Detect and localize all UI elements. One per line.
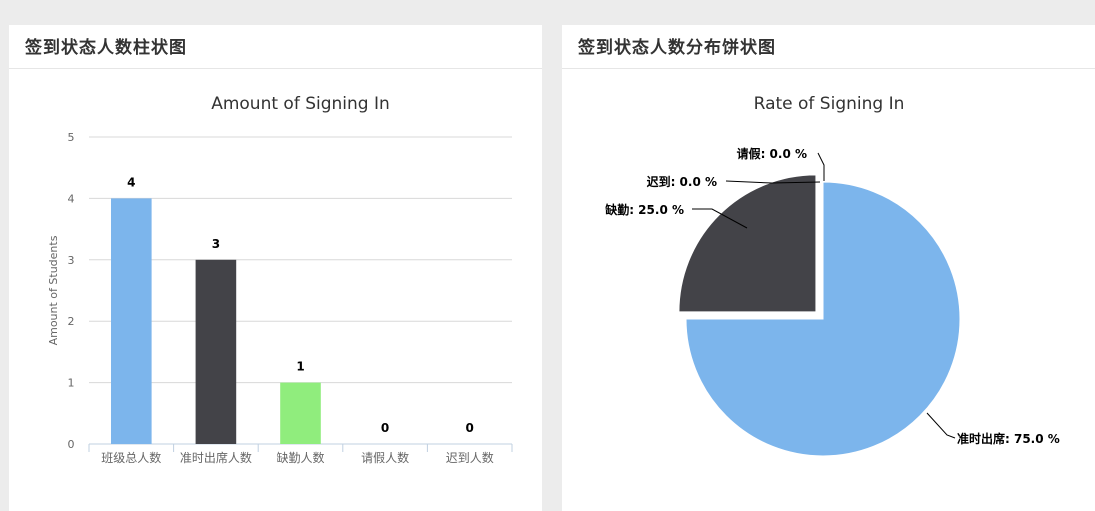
data-label: 3 [212,237,220,251]
data-label: 1 [296,360,304,374]
pie-chart-panel: 签到状态人数分布饼状图 Rate of Signing In 准时出席: 75.0… [562,25,1095,511]
y-tick-label: 5 [68,131,75,144]
y-tick-label: 2 [68,315,75,328]
pie-data-label: 准时出席: 75.0 % [957,431,1060,446]
category-label: 迟到人数 [446,450,494,465]
pie-data-label: 迟到: 0.0 % [647,174,717,189]
bar [195,259,237,444]
y-axis-label: Amount of Students [47,235,60,345]
data-label: 0 [381,421,389,435]
connector-line [926,412,956,439]
pie-slice [678,174,817,313]
category-label: 请假人数 [361,450,409,465]
connector-line [817,152,825,181]
pie-data-label: 请假: 0.0 % [737,146,807,161]
chart-title: Amount of Signing In [211,94,390,114]
y-tick-label: 4 [68,192,75,205]
category-label: 缺勤人数 [276,450,324,465]
bar-chart: Amount of Signing In 0 1 2 3 4 5 Amount of Stud… [47,94,513,465]
data-label: 0 [466,421,474,435]
bar [280,382,321,444]
y-tick-label: 3 [68,254,75,267]
bar-chart-panel: 签到状态人数柱状图 Amount of Signing In 0 1 2 3 4 5 Amou… [9,25,542,511]
y-tick-label: 0 [68,438,75,451]
category-label: 准时出席人数 [180,450,252,465]
pie-chart: Rate of Signing In 准时出席: 75.0 % 缺勤: 25.0 %… [605,94,1060,457]
pie-data-label: 缺勤: 25.0 % [605,202,684,217]
chart-title: Rate of Signing In [754,94,905,114]
bar [110,198,152,444]
y-tick-label: 1 [68,377,75,390]
data-label: 4 [127,175,135,189]
category-label: 班级总人数 [101,450,161,465]
